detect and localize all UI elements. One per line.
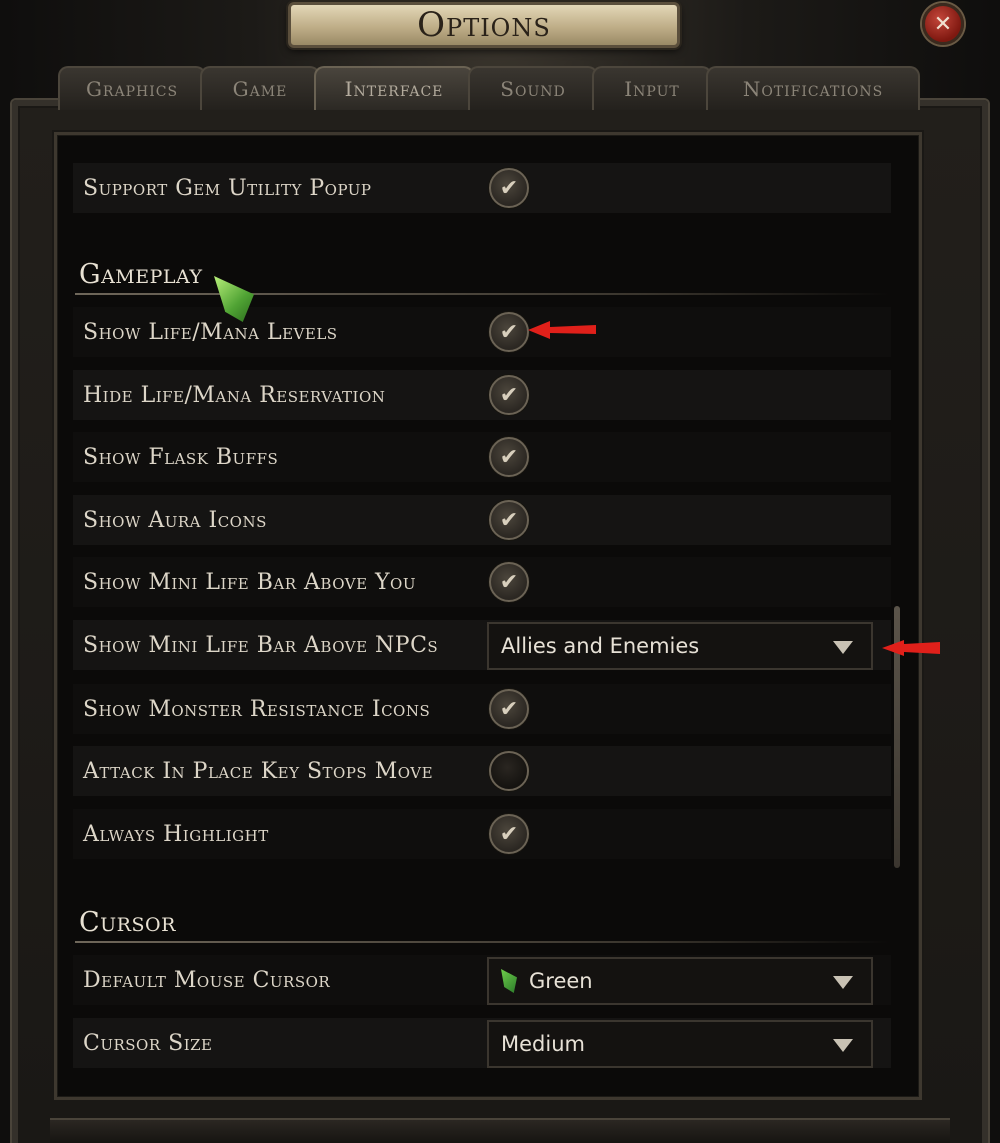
option-label: Cursor Size — [83, 1030, 213, 1056]
always-highlight-checkbox[interactable]: ✔ — [489, 814, 529, 854]
bottom-button-bar — [50, 1118, 950, 1143]
tab-game[interactable]: Game — [200, 66, 320, 110]
section-title-gameplay: Gameplay — [79, 259, 203, 290]
dropdown-value: Green — [529, 969, 593, 993]
window-title: Options — [417, 5, 551, 45]
options-scroll-panel[interactable]: Support Gem Utility Popup ✔ Gameplay Sho… — [54, 132, 922, 1100]
close-icon: ✕ — [933, 11, 953, 37]
tab-interface[interactable]: Interface — [314, 66, 474, 110]
checkmark-icon: ✔ — [499, 319, 519, 345]
option-row-show-aura-icons: Show Aura Icons ✔ — [73, 495, 891, 545]
tab-bar: Graphics Game Interface Sound Input Noti… — [58, 66, 938, 110]
option-label: Show Life/Mana Levels — [83, 319, 338, 345]
option-row-show-life-mana-levels: Show Life/Mana Levels ✔ — [73, 307, 891, 357]
cursor-size-dropdown[interactable]: Medium — [487, 1020, 873, 1068]
chevron-down-icon — [833, 976, 853, 989]
checkmark-icon: ✔ — [499, 382, 519, 408]
section-divider — [75, 941, 889, 943]
close-button[interactable]: ✕ — [922, 3, 964, 45]
option-row-show-flask-buffs: Show Flask Buffs ✔ — [73, 432, 891, 482]
dropdown-value: Medium — [501, 1032, 585, 1056]
dropdown-value: Allies and Enemies — [501, 634, 700, 658]
option-row-show-monster-resistance-icons: Show Monster Resistance Icons ✔ — [73, 684, 891, 734]
option-label: Support Gem Utility Popup — [83, 175, 372, 201]
red-arrow-icon — [882, 640, 940, 656]
title-plaque: Options — [288, 2, 680, 48]
checkmark-icon: ✔ — [499, 696, 519, 722]
option-row-show-mini-life-bar-above-you: Show Mini Life Bar Above You ✔ — [73, 557, 891, 607]
checkmark-icon: ✔ — [499, 569, 519, 595]
attack-in-place-checkbox[interactable] — [489, 751, 529, 791]
show-aura-icons-checkbox[interactable]: ✔ — [489, 500, 529, 540]
section-title-cursor: Cursor — [79, 907, 176, 938]
default-mouse-cursor-dropdown[interactable]: Green — [487, 957, 873, 1005]
option-row-support-gem-utility-popup: Support Gem Utility Popup ✔ — [73, 163, 891, 213]
option-row-always-highlight: Always Highlight ✔ — [73, 809, 891, 859]
support-gem-popup-checkbox[interactable]: ✔ — [489, 168, 529, 208]
option-row-default-mouse-cursor: Default Mouse Cursor Green — [73, 955, 891, 1005]
option-label: Show Aura Icons — [83, 507, 267, 533]
chevron-down-icon — [833, 641, 853, 654]
checkmark-icon: ✔ — [499, 821, 519, 847]
option-label: Show Mini Life Bar Above NPCs — [83, 632, 439, 658]
chevron-down-icon — [833, 1039, 853, 1052]
checkmark-icon: ✔ — [499, 444, 519, 470]
option-row-hide-life-mana-reservation: Hide Life/Mana Reservation ✔ — [73, 370, 891, 420]
checkmark-icon: ✔ — [499, 507, 519, 533]
green-cursor-icon — [501, 969, 517, 993]
section-divider — [75, 293, 889, 295]
option-label: Show Mini Life Bar Above You — [83, 569, 416, 595]
tab-sound[interactable]: Sound — [468, 66, 598, 110]
tab-notifications[interactable]: Notifications — [706, 66, 920, 110]
option-label: Hide Life/Mana Reservation — [83, 382, 386, 408]
tab-input[interactable]: Input — [592, 66, 712, 110]
red-arrow-icon — [528, 321, 596, 339]
show-monster-resistance-checkbox[interactable]: ✔ — [489, 689, 529, 729]
tab-graphics[interactable]: Graphics — [58, 66, 206, 110]
show-life-mana-levels-checkbox[interactable]: ✔ — [489, 312, 529, 352]
option-label: Default Mouse Cursor — [83, 967, 331, 993]
show-flask-buffs-checkbox[interactable]: ✔ — [489, 437, 529, 477]
option-label: Show Monster Resistance Icons — [83, 696, 431, 722]
option-row-cursor-size: Cursor Size Medium — [73, 1018, 891, 1068]
option-row-show-mini-life-bar-above-npcs: Show Mini Life Bar Above NPCs Allies and… — [73, 620, 891, 670]
option-label: Always Highlight — [83, 821, 269, 847]
mini-life-bar-npcs-dropdown[interactable]: Allies and Enemies — [487, 622, 873, 670]
option-label: Show Flask Buffs — [83, 444, 279, 470]
show-mini-life-bar-you-checkbox[interactable]: ✔ — [489, 562, 529, 602]
checkmark-icon: ✔ — [499, 175, 519, 201]
option-row-attack-in-place-key-stops-move: Attack In Place Key Stops Move — [73, 746, 891, 796]
option-label: Attack In Place Key Stops Move — [83, 758, 434, 784]
hide-life-mana-reservation-checkbox[interactable]: ✔ — [489, 375, 529, 415]
